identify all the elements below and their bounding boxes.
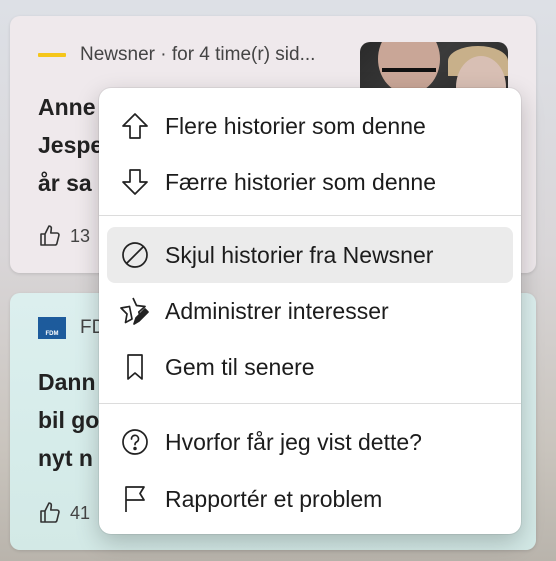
menu-item-label: Flere historier som denne <box>165 112 426 139</box>
like-count: 41 <box>70 502 91 523</box>
menu-divider <box>99 215 521 216</box>
help-icon <box>119 426 151 458</box>
thumbs-up-icon <box>40 225 60 246</box>
menu-item-label: Gem til senere <box>165 353 315 380</box>
menu-divider <box>99 403 521 404</box>
star-edit-icon <box>119 295 151 327</box>
menu-item-why-shown[interactable]: Hvorfor får jeg vist dette? <box>107 414 513 470</box>
flag-icon <box>119 483 151 515</box>
arrow-up-icon <box>119 110 151 142</box>
menu-item-save-for-later[interactable]: Gem til senere <box>107 339 513 395</box>
thumbs-up-icon <box>40 502 60 523</box>
menu-item-label: Rapportér et problem <box>165 485 383 512</box>
menu-item-label: Færre historier som denne <box>165 168 436 195</box>
menu-item-hide-source[interactable]: Skjul historier fra Newsner <box>107 227 513 283</box>
menu-item-fewer-stories[interactable]: Færre historier som denne <box>107 154 513 210</box>
newsner-logo <box>38 53 66 57</box>
like-button[interactable]: 13 <box>38 224 90 248</box>
menu-item-label: Skjul historier fra Newsner <box>165 241 434 268</box>
card-source: FDM FD <box>38 317 105 339</box>
menu-item-label: Hvorfor får jeg vist dette? <box>165 428 422 455</box>
fdm-logo: FDM <box>38 317 66 339</box>
like-button[interactable]: 41 <box>38 501 90 525</box>
arrow-down-icon <box>119 166 151 198</box>
card-source-text: Newsner · for 4 time(r) sid... <box>80 44 316 65</box>
block-icon <box>119 239 151 271</box>
menu-item-more-stories[interactable]: Flere historier som denne <box>107 98 513 154</box>
bookmark-icon <box>119 351 151 383</box>
menu-item-label: Administrer interesser <box>165 297 389 324</box>
context-menu: Flere historier som denne Færre historie… <box>99 88 521 534</box>
like-count: 13 <box>70 225 91 246</box>
menu-item-report-problem[interactable]: Rapportér et problem <box>107 471 513 527</box>
card-source: Newsner · for 4 time(r) sid... <box>38 44 315 66</box>
menu-item-manage-interests[interactable]: Administrer interesser <box>107 283 513 339</box>
